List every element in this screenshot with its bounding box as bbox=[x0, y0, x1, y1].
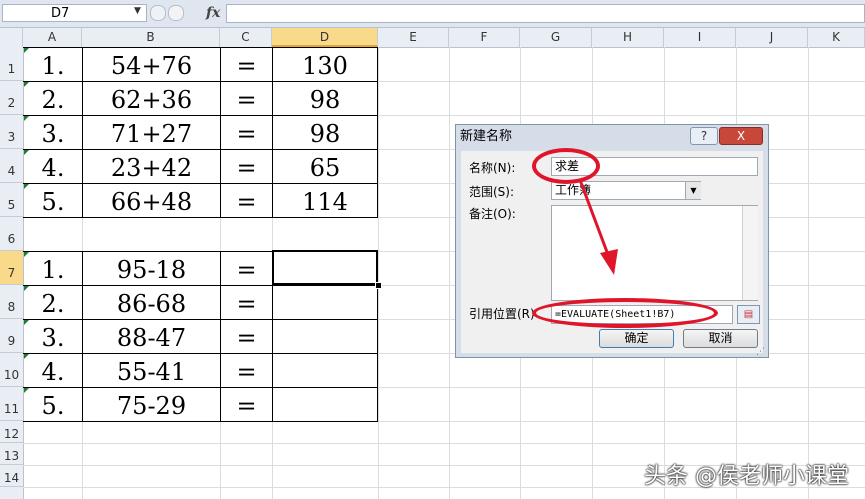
row-header-14[interactable]: 14 bbox=[0, 465, 23, 487]
formula-bar: D7 ▼ fx bbox=[0, 0, 865, 28]
cell-b2[interactable]: 62+36 bbox=[83, 86, 220, 114]
help-button[interactable]: ? bbox=[690, 127, 718, 145]
row-header-13[interactable]: 13 bbox=[0, 443, 23, 465]
row-header-3[interactable]: 3 bbox=[0, 115, 23, 149]
cell-a5[interactable]: 5. bbox=[24, 188, 82, 216]
ok-button[interactable]: 确定 bbox=[599, 329, 674, 348]
row-header-6[interactable]: 6 bbox=[0, 217, 23, 251]
cell-b9[interactable]: 88-47 bbox=[83, 324, 220, 352]
cell-c11[interactable]: = bbox=[221, 392, 272, 420]
comment-label: 备注(O): bbox=[469, 207, 516, 221]
cell-d5[interactable]: 114 bbox=[273, 188, 377, 216]
name-label: 名称(N): bbox=[469, 161, 516, 175]
cell-c4[interactable]: = bbox=[221, 154, 272, 182]
chevron-down-icon[interactable]: ▼ bbox=[685, 182, 701, 199]
row-header-bar: 1 2 3 4 5 6 7 8 9 10 11 12 13 14 bbox=[0, 47, 24, 499]
column-header-g[interactable]: G bbox=[520, 28, 592, 47]
cell-c9[interactable]: = bbox=[221, 324, 272, 352]
cell-b7[interactable]: 95-18 bbox=[83, 256, 220, 284]
cell-a1[interactable]: 1. bbox=[24, 52, 82, 80]
refers-to-label: 引用位置(R) bbox=[469, 307, 535, 321]
active-cell-d7[interactable] bbox=[272, 250, 378, 285]
comment-scrollbar[interactable] bbox=[742, 206, 758, 300]
cell-c2[interactable]: = bbox=[221, 86, 272, 114]
column-header-c[interactable]: C bbox=[220, 28, 272, 47]
cell-a9[interactable]: 3. bbox=[24, 324, 82, 352]
row-header-8[interactable]: 8 bbox=[0, 285, 23, 319]
column-header-f[interactable]: F bbox=[449, 28, 520, 47]
column-header-a[interactable]: A bbox=[23, 28, 82, 47]
cell-b11[interactable]: 75-29 bbox=[83, 392, 220, 420]
fill-handle[interactable] bbox=[375, 282, 382, 289]
select-all-corner[interactable] bbox=[0, 28, 23, 47]
cell-d2[interactable]: 98 bbox=[273, 86, 377, 114]
row-header-5[interactable]: 5 bbox=[0, 183, 23, 217]
row-header-9[interactable]: 9 bbox=[0, 319, 23, 353]
cell-d4[interactable]: 65 bbox=[273, 154, 377, 182]
cell-a8[interactable]: 2. bbox=[24, 290, 82, 318]
insert-function-icon[interactable]: fx bbox=[206, 5, 220, 21]
collapse-range-icon[interactable]: ▤ bbox=[737, 305, 760, 324]
cancel-formula-icon[interactable] bbox=[150, 5, 166, 21]
cell-b3[interactable]: 71+27 bbox=[83, 120, 220, 148]
cell-a3[interactable]: 3. bbox=[24, 120, 82, 148]
cell-a2[interactable]: 2. bbox=[24, 86, 82, 114]
cell-a4[interactable]: 4. bbox=[24, 154, 82, 182]
row-header-12[interactable]: 12 bbox=[0, 421, 23, 443]
cell-a10[interactable]: 4. bbox=[24, 358, 82, 386]
row-header-4[interactable]: 4 bbox=[0, 149, 23, 183]
resize-grip-icon[interactable]: ⋰ bbox=[756, 347, 765, 357]
cell-c7[interactable]: = bbox=[221, 256, 272, 284]
chevron-down-icon[interactable]: ▼ bbox=[134, 6, 141, 16]
cell-a11[interactable]: 5. bbox=[24, 392, 82, 420]
cell-a7[interactable]: 1. bbox=[24, 256, 82, 284]
cell-c10[interactable]: = bbox=[221, 358, 272, 386]
cell-b4[interactable]: 23+42 bbox=[83, 154, 220, 182]
cell-c5[interactable]: = bbox=[221, 188, 272, 216]
cell-b1[interactable]: 54+76 bbox=[83, 52, 220, 80]
column-header-b[interactable]: B bbox=[82, 28, 220, 47]
row-header-2[interactable]: 2 bbox=[0, 81, 23, 115]
scope-label: 范围(S): bbox=[469, 185, 515, 199]
enter-formula-icon[interactable] bbox=[168, 5, 184, 21]
column-header-k[interactable]: K bbox=[808, 28, 865, 47]
close-button[interactable]: X bbox=[719, 127, 763, 145]
cell-d1[interactable]: 130 bbox=[273, 52, 377, 80]
cell-b8[interactable]: 86-68 bbox=[83, 290, 220, 318]
column-header-bar: A B C D E F G H I J K bbox=[0, 28, 865, 48]
row-header-1[interactable]: 1 bbox=[0, 47, 23, 81]
column-header-e[interactable]: E bbox=[378, 28, 449, 47]
column-header-i[interactable]: I bbox=[664, 28, 736, 47]
cell-c3[interactable]: = bbox=[221, 120, 272, 148]
row-header-10[interactable]: 10 bbox=[0, 353, 23, 387]
formula-input[interactable] bbox=[226, 4, 865, 23]
cell-c8[interactable]: = bbox=[221, 290, 272, 318]
column-header-d[interactable]: D bbox=[272, 28, 378, 47]
name-box[interactable]: D7 bbox=[2, 4, 147, 22]
column-header-j[interactable]: J bbox=[736, 28, 808, 47]
row-header-7[interactable]: 7 bbox=[0, 251, 23, 285]
cancel-button[interactable]: 取消 bbox=[683, 329, 758, 348]
row-header-11[interactable]: 11 bbox=[0, 387, 23, 421]
watermark: 头条 @侯老师小课堂 bbox=[644, 464, 849, 489]
cell-c1[interactable]: = bbox=[221, 52, 272, 80]
cell-b5[interactable]: 66+48 bbox=[83, 188, 220, 216]
annotation-circle-formula bbox=[532, 298, 718, 328]
cell-b10[interactable]: 55-41 bbox=[83, 358, 220, 386]
cell-d3[interactable]: 98 bbox=[273, 120, 377, 148]
column-header-h[interactable]: H bbox=[592, 28, 664, 47]
annotation-arrow-icon bbox=[578, 179, 618, 275]
